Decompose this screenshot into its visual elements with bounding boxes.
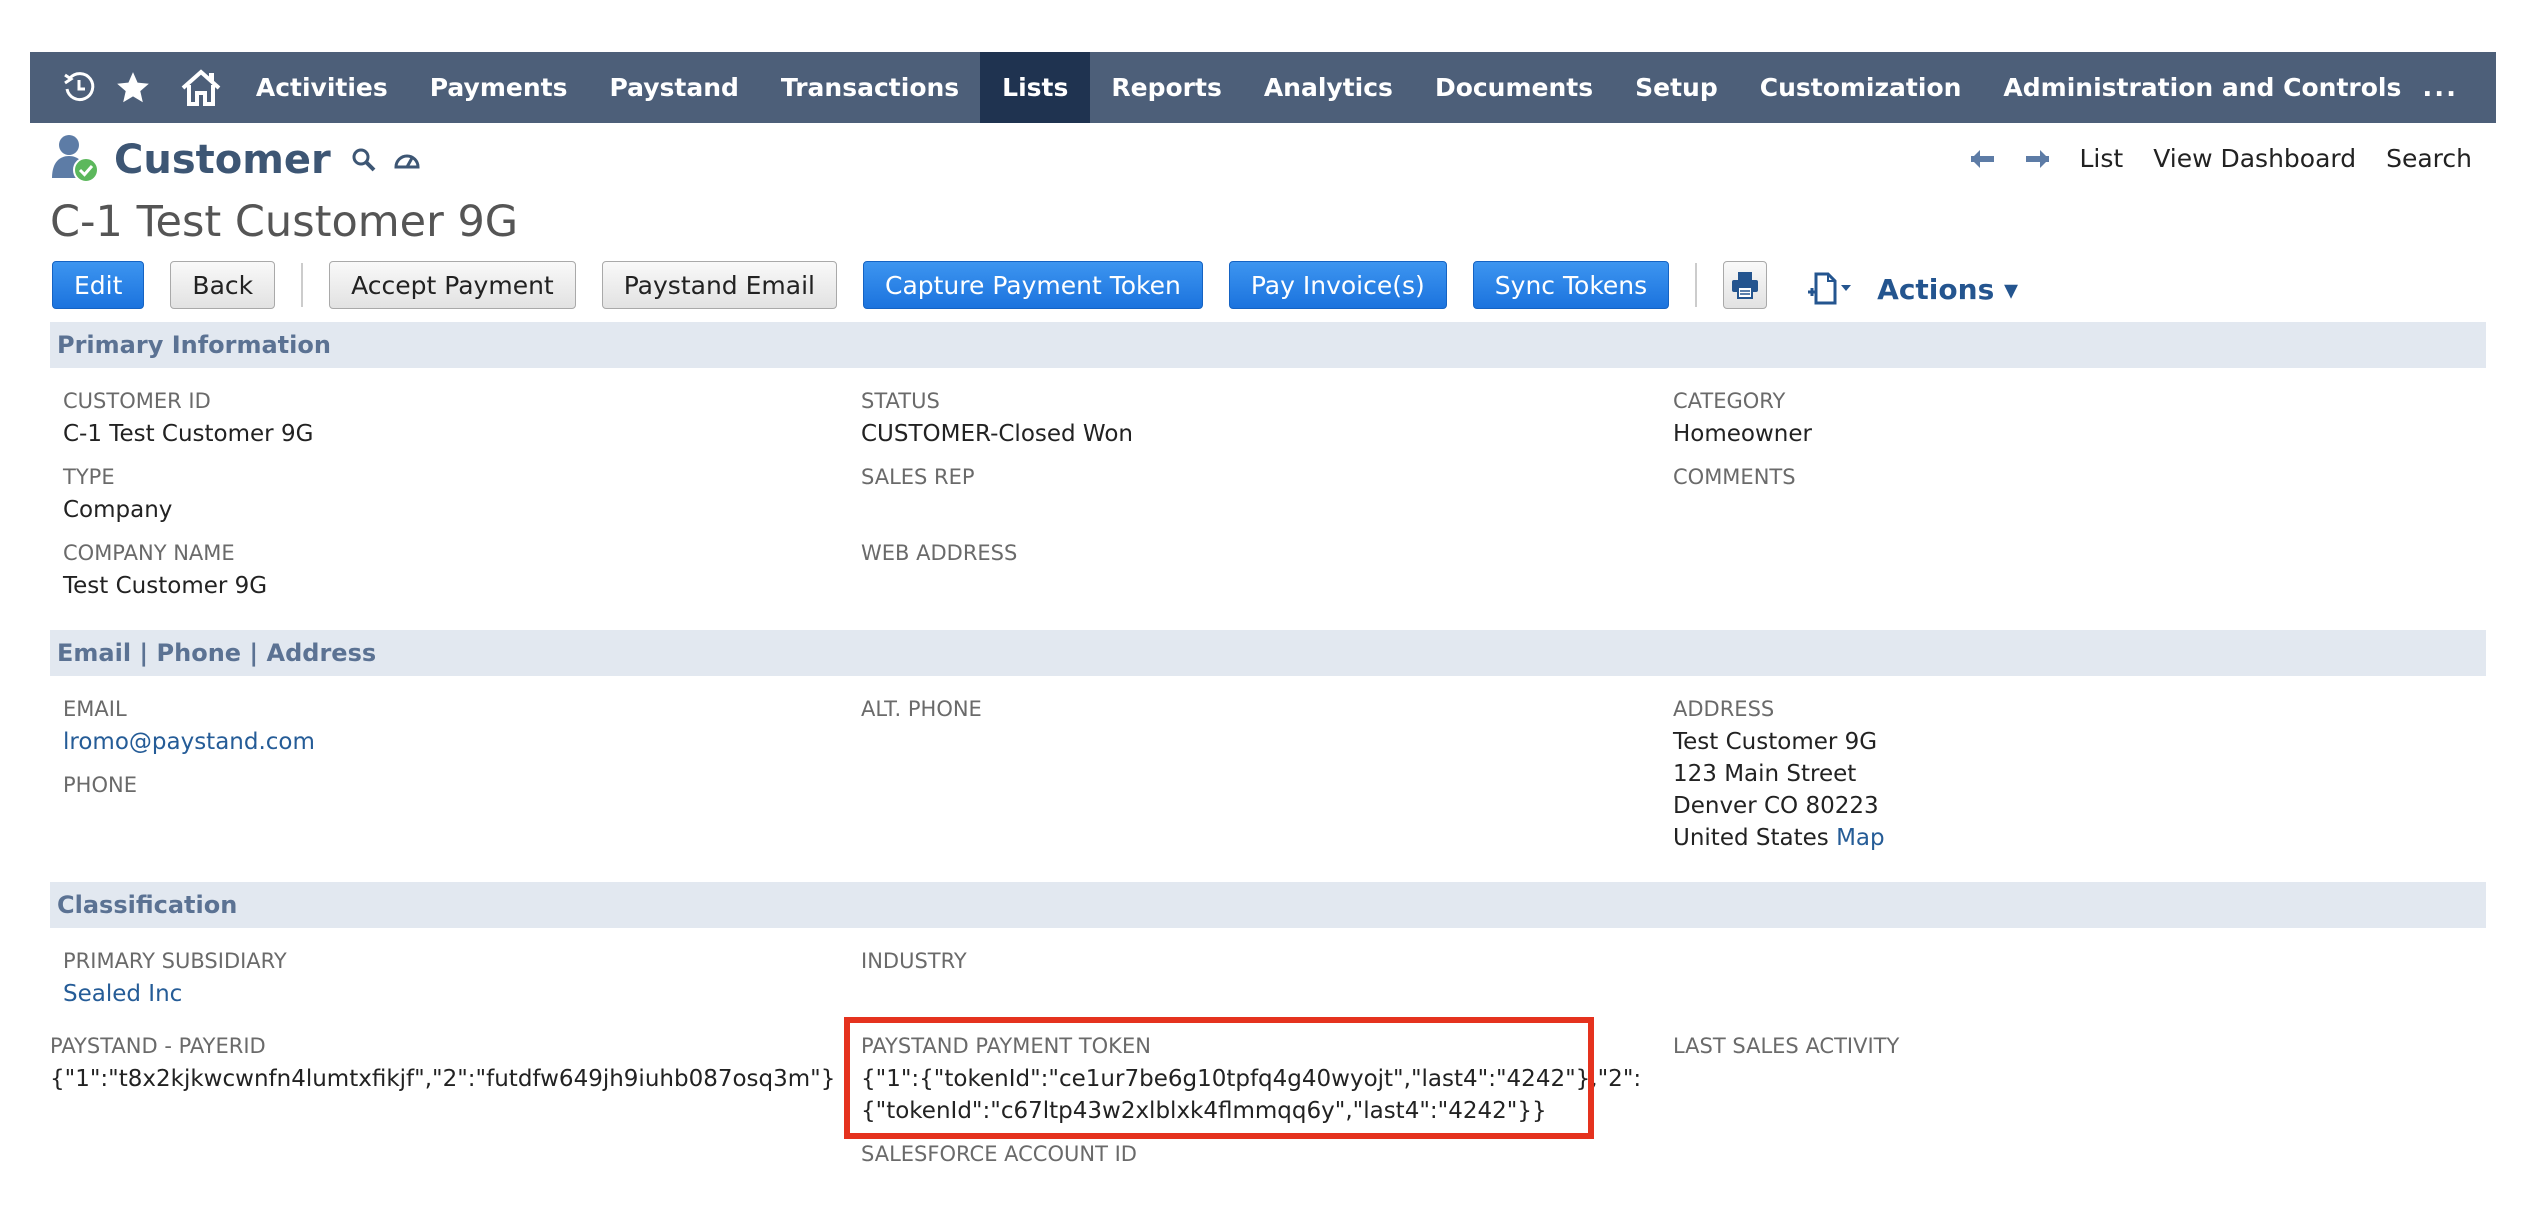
nav-more-menu[interactable]: ... xyxy=(2422,73,2458,103)
field-web-address: WEB ADDRESS xyxy=(861,541,1017,565)
new-record-menu[interactable] xyxy=(1807,271,1853,307)
section-header-email-phone-address[interactable]: Email | Phone | Address xyxy=(50,630,2486,676)
nav-lists[interactable]: Lists xyxy=(980,52,1091,123)
record-type-label: Customer xyxy=(114,137,331,183)
field-label: LAST SALES ACTIVITY xyxy=(1673,1034,1900,1058)
field-label: CATEGORY xyxy=(1673,389,1786,413)
home-icon[interactable] xyxy=(167,52,235,123)
field-label: PAYSTAND - PAYERID xyxy=(50,1034,266,1058)
dashboard-gauge-icon[interactable] xyxy=(393,149,421,171)
field-primary-subsidiary: PRIMARY SUBSIDIARY Sealed Inc xyxy=(63,949,287,1010)
print-button[interactable] xyxy=(1723,261,1768,309)
nav-payments[interactable]: Payments xyxy=(409,52,589,123)
field-paystand-payerid: PAYSTAND - PAYERID {"1":"t8x2kjkwcwnfn4l… xyxy=(50,1034,835,1095)
highlight-annotation-box xyxy=(844,1017,1594,1139)
favorites-star-icon[interactable] xyxy=(99,52,167,123)
address-block: Test Customer 9G 123 Main Street Denver … xyxy=(1673,726,1885,854)
map-link[interactable]: Map xyxy=(1836,825,1885,851)
previous-arrow-icon[interactable] xyxy=(1968,148,1996,170)
action-button-bar: Edit Back Accept Payment Paystand Email … xyxy=(52,259,2018,311)
section-header-primary-information[interactable]: Primary Information xyxy=(50,322,2486,368)
field-value: CUSTOMER-Closed Won xyxy=(861,421,1133,447)
edit-button[interactable]: Edit xyxy=(52,261,145,309)
field-sales-rep: SALES REP xyxy=(861,465,975,489)
field-label: STATUS xyxy=(861,389,940,413)
customer-record-icon xyxy=(50,132,100,188)
field-label: ALT. PHONE xyxy=(861,697,982,721)
field-label: SALES REP xyxy=(861,465,975,489)
field-address: ADDRESS Test Customer 9G 123 Main Street… xyxy=(1673,697,1885,854)
section-title: Classification xyxy=(57,891,238,919)
field-alt-phone: ALT. PHONE xyxy=(861,697,982,721)
field-salesforce-account-id: SALESFORCE ACCOUNT ID xyxy=(861,1142,1137,1166)
capture-payment-token-button[interactable]: Capture Payment Token xyxy=(862,261,1203,309)
next-arrow-icon[interactable] xyxy=(2024,148,2052,170)
field-label: CUSTOMER ID xyxy=(63,389,211,413)
field-label: SALESFORCE ACCOUNT ID xyxy=(861,1142,1137,1166)
nav-setup[interactable]: Setup xyxy=(1614,52,1739,123)
field-value: Test Customer 9G xyxy=(63,573,268,599)
field-type: TYPE Company xyxy=(63,465,172,526)
field-label: WEB ADDRESS xyxy=(861,541,1018,565)
field-label: COMPANY NAME xyxy=(63,541,235,565)
section-title: Primary Information xyxy=(57,331,331,359)
nav-activities[interactable]: Activities xyxy=(235,52,409,123)
button-divider xyxy=(1695,263,1698,307)
address-line: Denver CO 80223 xyxy=(1673,793,1879,819)
main-nav-bar: Activities Payments Paystand Transaction… xyxy=(30,52,2496,123)
field-company-name: COMPANY NAME Test Customer 9G xyxy=(63,541,267,602)
actions-menu[interactable]: Actions ▾ xyxy=(1877,273,2018,306)
new-document-icon xyxy=(1808,272,1852,305)
email-link[interactable]: lromo@paystand.com xyxy=(63,726,315,758)
field-value: Company xyxy=(63,497,173,523)
field-label: EMAIL xyxy=(63,697,127,721)
accept-payment-button[interactable]: Accept Payment xyxy=(329,261,576,309)
nav-analytics[interactable]: Analytics xyxy=(1243,52,1414,123)
section-header-classification[interactable]: Classification xyxy=(50,882,2486,928)
button-divider xyxy=(301,263,304,307)
search-icon[interactable] xyxy=(351,147,377,173)
view-dashboard-link[interactable]: View Dashboard xyxy=(2153,144,2356,173)
field-email: EMAIL lromo@paystand.com xyxy=(63,697,315,758)
list-link[interactable]: List xyxy=(2080,144,2124,173)
search-link[interactable]: Search xyxy=(2386,144,2472,173)
field-industry: INDUSTRY xyxy=(861,949,967,973)
field-value: Homeowner xyxy=(1673,421,1812,447)
field-customer-id: CUSTOMER ID C-1 Test Customer 9G xyxy=(63,389,313,450)
field-last-sales-activity: LAST SALES ACTIVITY xyxy=(1673,1034,1899,1058)
address-line-country: United States Map xyxy=(1673,822,1885,854)
field-value: {"1":"t8x2kjkwcwnfn4lumtxfikjf","2":"fut… xyxy=(50,1066,836,1092)
field-value: C-1 Test Customer 9G xyxy=(63,421,314,447)
record-navigation: List View Dashboard Search xyxy=(1968,144,2472,173)
printer-icon xyxy=(1732,272,1759,299)
section-title: Email | Phone | Address xyxy=(57,639,377,667)
field-label: INDUSTRY xyxy=(861,949,967,973)
record-title: C-1 Test Customer 9G xyxy=(50,197,519,247)
pay-invoices-button[interactable]: Pay Invoice(s) xyxy=(1228,261,1447,309)
address-line: 123 Main Street xyxy=(1673,761,1857,787)
field-label: PRIMARY SUBSIDIARY xyxy=(63,949,287,973)
field-label: PHONE xyxy=(63,773,137,797)
field-label: TYPE xyxy=(63,465,115,489)
field-category: CATEGORY Homeowner xyxy=(1673,389,1812,450)
field-label: COMMENTS xyxy=(1673,465,1796,489)
field-comments: COMMENTS xyxy=(1673,465,1796,489)
field-label: ADDRESS xyxy=(1673,697,1775,721)
nav-customization[interactable]: Customization xyxy=(1739,52,1983,123)
paystand-email-button[interactable]: Paystand Email xyxy=(601,261,837,309)
field-status: STATUS CUSTOMER-Closed Won xyxy=(861,389,1133,450)
back-button[interactable]: Back xyxy=(170,261,276,309)
nav-transactions[interactable]: Transactions xyxy=(760,52,980,123)
address-country: United States xyxy=(1673,825,1829,851)
nav-documents[interactable]: Documents xyxy=(1414,52,1614,123)
sync-tokens-button[interactable]: Sync Tokens xyxy=(1472,261,1670,309)
address-line: Test Customer 9G xyxy=(1673,729,1878,755)
nav-reports[interactable]: Reports xyxy=(1090,52,1242,123)
recent-records-icon[interactable] xyxy=(58,52,99,123)
primary-subsidiary-link[interactable]: Sealed Inc xyxy=(63,978,287,1010)
nav-paystand[interactable]: Paystand xyxy=(588,52,759,123)
nav-administration-and-controls[interactable]: Administration and Controls xyxy=(1982,52,2422,123)
record-header: Customer xyxy=(50,132,437,188)
field-phone: PHONE xyxy=(63,773,137,797)
